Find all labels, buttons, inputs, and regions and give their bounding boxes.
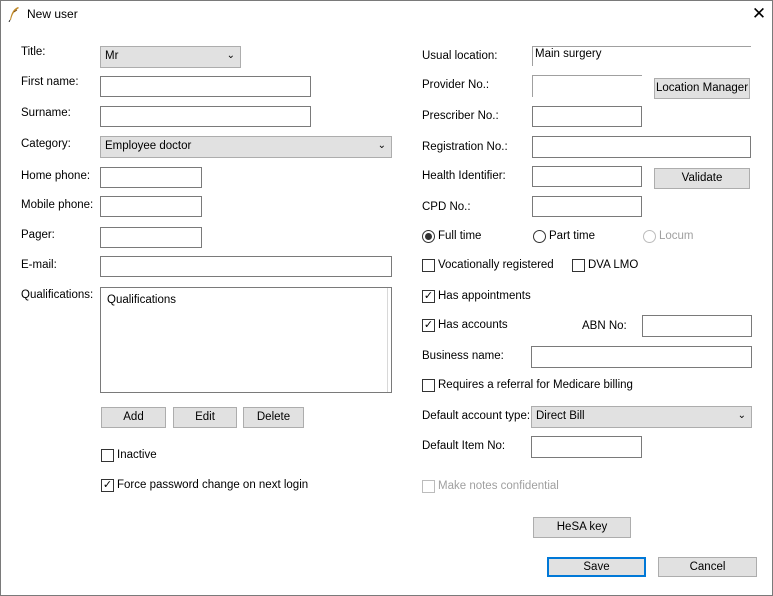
category-select[interactable]: Employee doctor ⌄ (100, 136, 392, 158)
chevron-down-icon: ⌄ (737, 410, 746, 421)
category-select-value: Employee doctor (105, 140, 192, 152)
edit-button[interactable]: Edit (173, 407, 237, 428)
chevron-down-icon: ⌄ (226, 50, 235, 61)
business-name-field[interactable] (531, 346, 752, 368)
qualifications-label: Qualifications: (21, 289, 94, 301)
home-phone-field[interactable] (100, 167, 202, 188)
default-item-no-label: Default Item No: (422, 440, 506, 452)
title-label: Title: (21, 46, 46, 58)
title-select[interactable]: Mr ⌄ (100, 46, 241, 68)
health-identifier-label: Health Identifier: (422, 170, 506, 182)
vocationally-registered-label: Vocationally registered (438, 259, 554, 271)
title-bar: New user ✕ (1, 1, 772, 29)
cpd-no-field[interactable] (532, 196, 642, 217)
has-appointments-checkbox[interactable]: ✓ (422, 290, 435, 303)
abn-no-label: ABN No: (582, 320, 627, 332)
title-select-value: Mr (105, 50, 119, 62)
dva-lmo-label: DVA LMO (588, 259, 639, 271)
check-icon: ✓ (423, 319, 434, 331)
mobile-phone-field[interactable] (100, 196, 202, 217)
requires-referral-label: Requires a referral for Medicare billing (438, 379, 633, 391)
location-manager-button[interactable]: Location Manager (654, 78, 750, 99)
default-account-type-select[interactable]: Direct Bill ⌄ (531, 406, 752, 428)
requires-referral-checkbox[interactable] (422, 379, 435, 392)
first-name-field[interactable] (100, 76, 311, 97)
prescriber-no-field[interactable] (532, 106, 642, 127)
email-field[interactable] (100, 256, 392, 277)
health-identifier-field[interactable] (532, 166, 642, 187)
default-account-type-label: Default account type: (422, 410, 531, 422)
prescriber-no-label: Prescriber No.: (422, 110, 499, 122)
first-name-label: First name: (21, 76, 79, 88)
hesa-key-button[interactable]: HeSA key (533, 517, 631, 538)
full-time-label: Full time (438, 230, 482, 242)
cpd-no-label: CPD No.: (422, 201, 471, 213)
delete-button[interactable]: Delete (243, 407, 304, 428)
chevron-down-icon: ⌄ (377, 140, 386, 151)
check-icon: ✓ (102, 479, 113, 491)
provider-no-field[interactable] (532, 75, 642, 97)
vocationally-registered-checkbox[interactable] (422, 259, 435, 272)
usual-location-label: Usual location: (422, 50, 498, 62)
save-button[interactable]: Save (547, 557, 646, 577)
force-password-checkbox[interactable]: ✓ (101, 479, 114, 492)
usual-location-field[interactable]: Main surgery (532, 46, 751, 66)
pager-field[interactable] (100, 227, 202, 248)
radio-selected-dot (425, 233, 432, 240)
full-time-radio[interactable] (422, 230, 435, 243)
dva-lmo-checkbox[interactable] (572, 259, 585, 272)
registration-no-label: Registration No.: (422, 141, 508, 153)
registration-no-field[interactable] (532, 136, 751, 158)
has-accounts-label: Has accounts (438, 319, 508, 331)
abn-no-field[interactable] (642, 315, 752, 337)
force-password-label: Force password change on next login (117, 479, 309, 491)
mobile-phone-label: Mobile phone: (21, 199, 94, 211)
has-appointments-label: Has appointments (438, 290, 531, 302)
default-item-no-field[interactable] (531, 436, 642, 458)
inactive-checkbox[interactable] (101, 449, 114, 462)
category-label: Category: (21, 138, 71, 150)
validate-button[interactable]: Validate (654, 168, 750, 189)
inactive-label: Inactive (117, 449, 157, 461)
feather-pen-icon (8, 7, 19, 22)
new-user-dialog: New user ✕ Title: Mr ⌄ First name: Surna… (0, 0, 773, 596)
close-icon[interactable]: ✕ (751, 5, 767, 22)
qualifications-textarea[interactable]: Qualifications (100, 287, 392, 393)
qualifications-scrollbar[interactable] (387, 288, 391, 392)
notes-confidential-checkbox[interactable] (422, 480, 435, 493)
default-account-type-value: Direct Bill (536, 410, 585, 422)
window-title: New user (27, 7, 78, 21)
locum-radio[interactable] (643, 230, 656, 243)
email-label: E-mail: (21, 259, 57, 271)
business-name-label: Business name: (422, 350, 504, 362)
qualifications-text: Qualifications (107, 294, 177, 306)
pager-label: Pager: (21, 229, 55, 241)
home-phone-label: Home phone: (21, 170, 91, 182)
surname-field[interactable] (100, 106, 311, 127)
cancel-button[interactable]: Cancel (658, 557, 757, 577)
provider-no-label: Provider No.: (422, 79, 490, 91)
usual-location-value: Main surgery (535, 48, 602, 60)
part-time-label: Part time (549, 230, 596, 242)
check-icon: ✓ (423, 290, 434, 302)
add-button[interactable]: Add (101, 407, 166, 428)
locum-label: Locum (659, 230, 694, 242)
notes-confidential-label: Make notes confidential (438, 480, 559, 492)
part-time-radio[interactable] (533, 230, 546, 243)
has-accounts-checkbox[interactable]: ✓ (422, 319, 435, 332)
surname-label: Surname: (21, 107, 71, 119)
